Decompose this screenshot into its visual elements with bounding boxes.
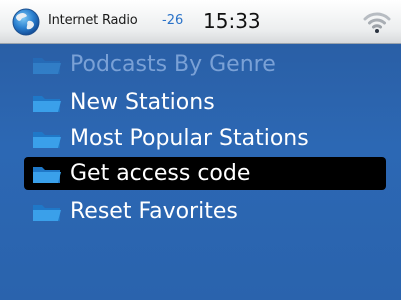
menu-item-label: New Stations <box>70 90 215 115</box>
globe-icon <box>12 8 40 36</box>
signal-strength: -26 <box>162 13 184 28</box>
menu-item-label: Get access code <box>70 161 251 186</box>
folder-icon <box>33 95 61 112</box>
menu-item-get-access-code[interactable]: Get access code <box>24 157 386 190</box>
folder-icon <box>33 131 61 148</box>
app-title: Internet Radio <box>48 13 138 28</box>
menu-item-new-stations[interactable]: New Stations <box>24 86 386 119</box>
status-bar: Internet Radio -26 15:33 <box>0 0 401 44</box>
menu-item-reset-favorites[interactable]: Reset Favorites <box>24 195 386 228</box>
folder-icon <box>33 204 61 221</box>
menu-item-label: Podcasts By Genre <box>70 52 276 77</box>
menu-item-most-popular-stations[interactable]: Most Popular Stations <box>24 122 386 155</box>
menu-item-podcasts-by-genre[interactable]: Podcasts By Genre <box>24 48 386 81</box>
clock-time: 15:33 <box>203 9 261 33</box>
menu-item-label: Most Popular Stations <box>70 126 309 151</box>
menu-screen: Podcasts By Genre New Stations Most Popu… <box>0 44 401 300</box>
folder-icon <box>33 57 61 74</box>
wifi-icon <box>363 12 391 33</box>
menu-item-label: Reset Favorites <box>70 199 238 224</box>
folder-icon <box>33 166 61 183</box>
